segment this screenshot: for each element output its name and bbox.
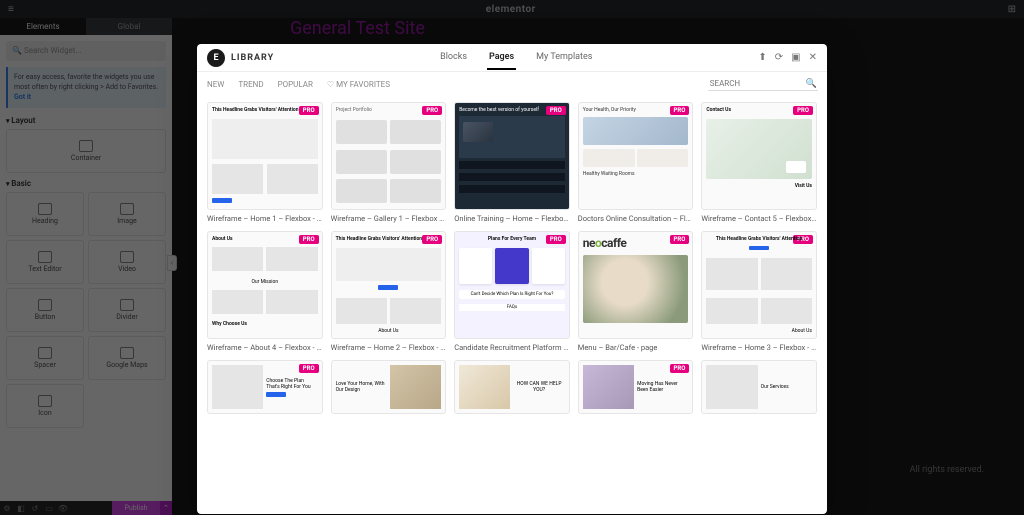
template-thumbnail[interactable]: PROThis Headline Grabs Visitors' Attenti…	[207, 102, 323, 210]
template-title: Doctors Online Consultation – Flexb...	[578, 214, 694, 223]
template-title: Wireframe – About 4 – Flexbox - page	[207, 343, 323, 352]
template-thumbnail[interactable]: PROThis Headline Grabs Visitors' Attenti…	[701, 231, 817, 339]
template-card: PROPlans For Every TeamCan't Decide Whic…	[454, 231, 570, 352]
template-title: Wireframe – Home 1 – Flexbox - page	[207, 214, 323, 223]
template-title: Menu – Bar/Cafe - page	[578, 343, 694, 352]
template-thumbnail[interactable]: PROBecome the best version of yourself	[454, 102, 570, 210]
templates-grid: PROThis Headline Grabs Visitors' Attenti…	[197, 96, 827, 514]
template-card: PROMoving Has Never Been Easier	[578, 360, 694, 414]
template-title: Wireframe – Home 2 – Flexbox - page	[331, 343, 447, 352]
template-card: HOW CAN WE HELP YOU?	[454, 360, 570, 414]
filter-favorites[interactable]: MY FAVORITES	[327, 80, 390, 89]
import-icon[interactable]: ⬆	[758, 52, 766, 63]
template-card: PROneocaffe Menu – Bar/Cafe - page	[578, 231, 694, 352]
template-card: PROContact UsVisit Us Wireframe – Contact…	[701, 102, 817, 223]
search-icon: 🔍	[806, 79, 817, 89]
template-thumbnail[interactable]: PROYour Health, Our PriorityHealthy Wait…	[578, 102, 694, 210]
modal-header: E LIBRARY Blocks Pages My Templates ⬆ ⟳ …	[197, 44, 827, 72]
template-thumbnail[interactable]: PROContact UsVisit Us	[701, 102, 817, 210]
template-card: PROThis Headline Grabs Visitors' Attenti…	[701, 231, 817, 352]
template-card: PROYour Health, Our PriorityHealthy Wait…	[578, 102, 694, 223]
template-title: Candidate Recruitment Platform – p...	[454, 343, 570, 352]
library-title: LIBRARY	[231, 53, 274, 63]
template-thumbnail[interactable]: PROneocaffe	[578, 231, 694, 339]
tab-my-templates[interactable]: My Templates	[534, 46, 594, 70]
template-thumbnail[interactable]: PROPlans For Every TeamCan't Decide Whic…	[454, 231, 570, 339]
template-title: Wireframe – Contact 5 – Flexbox - p...	[701, 214, 817, 223]
library-filters: NEW TREND POPULAR MY FAVORITES 🔍	[197, 72, 827, 96]
tab-blocks[interactable]: Blocks	[438, 46, 469, 70]
template-thumbnail[interactable]: Love Your Home, With Our Design	[331, 360, 447, 414]
template-card: PROThis Headline Grabs Visitors' Attenti…	[331, 231, 447, 352]
library-tabs: Blocks Pages My Templates	[438, 46, 594, 70]
template-thumbnail[interactable]: PROMoving Has Never Been Easier	[578, 360, 694, 414]
template-card: PROBecome the best version of yourself On…	[454, 102, 570, 223]
template-card: PROThis Headline Grabs Visitors' Attenti…	[207, 102, 323, 223]
template-card: PROChoose The Plan That's Right For You	[207, 360, 323, 414]
template-thumbnail[interactable]: PROThis Headline Grabs Visitors' Attenti…	[331, 231, 447, 339]
template-card: Love Your Home, With Our Design	[331, 360, 447, 414]
sync-icon[interactable]: ⟳	[775, 52, 783, 63]
template-thumbnail[interactable]: PROChoose The Plan That's Right For You	[207, 360, 323, 414]
tab-pages[interactable]: Pages	[487, 46, 516, 70]
template-card: Our Services	[701, 360, 817, 414]
save-icon[interactable]: ▣	[791, 52, 800, 63]
elementor-icon: E	[207, 49, 225, 67]
filter-popular[interactable]: POPULAR	[278, 80, 313, 89]
template-thumbnail[interactable]: Our Services	[701, 360, 817, 414]
filter-new[interactable]: NEW	[207, 80, 224, 89]
close-icon[interactable]: ✕	[809, 52, 817, 63]
template-title: Wireframe – Gallery 1 – Flexbox - pa...	[331, 214, 447, 223]
template-card: PROProject Portfolio Wireframe – Gallery …	[331, 102, 447, 223]
template-thumbnail[interactable]: PROAbout UsOur MissionWhy Choose Us	[207, 231, 323, 339]
filter-trend[interactable]: TREND	[238, 80, 263, 89]
template-title: Wireframe – Home 3 – Flexbox - page	[701, 343, 817, 352]
template-thumbnail[interactable]: HOW CAN WE HELP YOU?	[454, 360, 570, 414]
library-modal: E LIBRARY Blocks Pages My Templates ⬆ ⟳ …	[197, 44, 827, 514]
library-search[interactable]	[708, 77, 818, 91]
template-thumbnail[interactable]: PROProject Portfolio	[331, 102, 447, 210]
template-card: PROAbout UsOur MissionWhy Choose Us Wiref…	[207, 231, 323, 352]
template-title: Online Training – Home – Flexbox - ...	[454, 214, 570, 223]
